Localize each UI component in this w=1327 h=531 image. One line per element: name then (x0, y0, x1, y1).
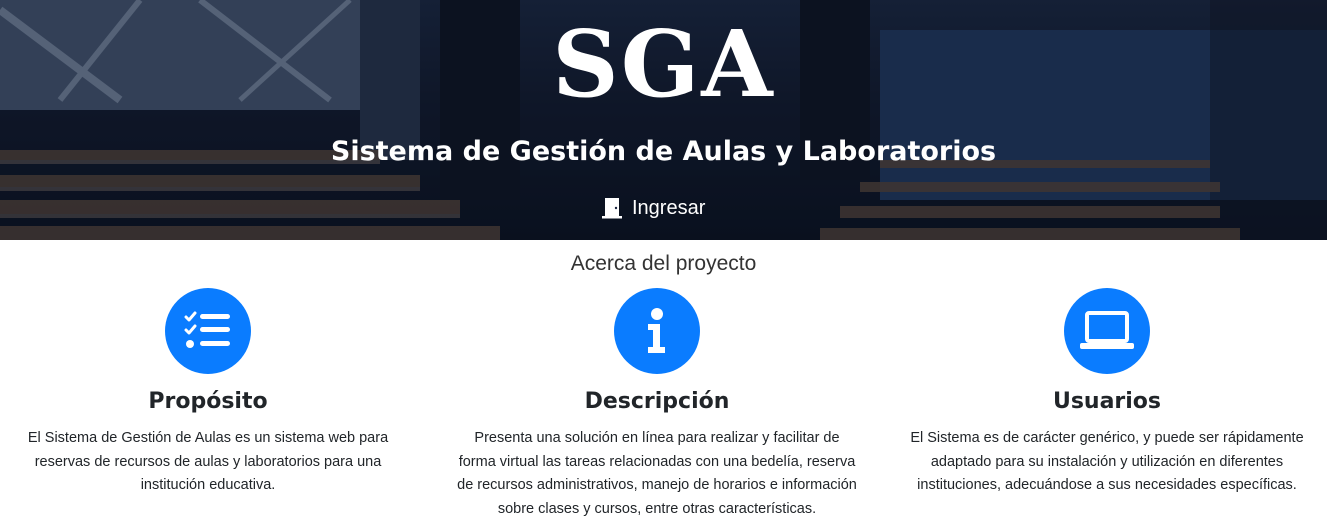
site-subtitle: Sistema de Gestión de Aulas y Laboratori… (330, 136, 997, 167)
about-columns: Propósito El Sistema de Gestión de Aulas… (0, 288, 1327, 531)
about-section-title: Acerca del proyecto (570, 252, 757, 275)
login-label: Ingresar (632, 196, 706, 219)
feature-heading: Usuarios (1052, 389, 1162, 414)
feature-text: El Sistema es de carácter genérico, y pu… (910, 430, 1304, 493)
feature-card-users: Usuarios El Sistema es de carácter genér… (897, 288, 1317, 498)
checklist-icon (165, 288, 251, 374)
brand-logo-text: SGA (552, 10, 775, 118)
feature-text: El Sistema de Gestión de Aulas es un sis… (27, 430, 389, 493)
feature-text: Presenta una solución en línea para real… (457, 430, 857, 517)
feature-card-purpose: Propósito El Sistema de Gestión de Aulas… (0, 288, 418, 498)
hero-banner: SGA Sistema de Gestión de Aulas y Labora… (0, 0, 1327, 240)
login-link[interactable]: Ingresar (600, 192, 705, 224)
door-open-icon (600, 196, 624, 220)
feature-card-description: Descripción Presenta una solución en lín… (447, 288, 867, 521)
info-icon (614, 288, 700, 374)
laptop-icon (1064, 288, 1150, 374)
feature-heading: Descripción (584, 389, 730, 414)
feature-heading: Propósito (148, 389, 268, 414)
